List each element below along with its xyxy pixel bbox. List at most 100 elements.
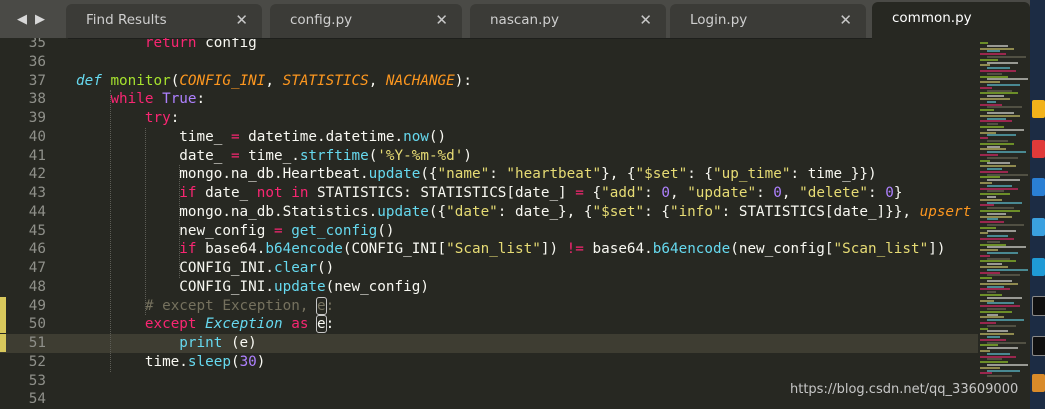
minimap-line [980, 260, 1016, 263]
code-line[interactable]: 36 [0, 53, 978, 72]
terminal-icon[interactable] [1032, 296, 1045, 316]
minimap-line [980, 361, 1008, 364]
code-line[interactable]: 47 CONFIG_INI.clear() [0, 259, 978, 278]
code-line[interactable]: 42 mongo.na_db.Heartbeat.update({"name":… [0, 165, 978, 184]
minimap-line [987, 184, 1012, 187]
code-text: # except Exception, e: [144, 296, 335, 315]
line-number: 37 [28, 72, 46, 89]
line-number: 38 [28, 91, 46, 108]
close-icon[interactable]: ✕ [235, 4, 248, 36]
minimap-line [980, 327, 988, 330]
minimap-line [980, 249, 998, 252]
tab-config-py[interactable]: config.py ✕ [270, 4, 462, 38]
code-line[interactable]: 49 # except Exception, e: [0, 296, 978, 316]
minimap-line [987, 240, 1000, 243]
minimap-line [987, 145, 1000, 148]
app-icon[interactable] [1032, 218, 1045, 236]
minimap-line [980, 137, 988, 140]
minimap-line [987, 224, 1024, 226]
code-line[interactable]: 43 if date_ not in STATISTICS: STATISTIC… [0, 184, 978, 203]
minimap-line [980, 64, 990, 67]
line-number: 54 [28, 391, 46, 408]
code-line[interactable]: 37 def monitor(CONFIG_INI, STATISTICS, NA… [0, 72, 978, 91]
minimap-line [987, 67, 1010, 70]
minimap-line [980, 338, 1006, 341]
back-arrow-icon[interactable]: ◀ [17, 12, 27, 27]
code-line[interactable]: 46 if base64.b64encode(CONFIG_INI["Scan_… [0, 240, 978, 259]
line-number: 51 [28, 335, 46, 351]
minimap-line [980, 344, 998, 347]
minimap-line [987, 140, 1008, 142]
app-icon[interactable] [1032, 374, 1045, 392]
minimap-line [987, 218, 998, 221]
minimap-line [980, 92, 1018, 95]
tab-common-py[interactable]: common.py [872, 2, 1030, 39]
minimap-line [980, 120, 1012, 123]
code-text: def monitor(CONFIG_INI, STATISTICS, NACH… [76, 72, 472, 89]
forward-arrow-icon[interactable]: ▶ [35, 12, 45, 27]
app-icon[interactable] [1032, 178, 1045, 196]
taskbar-strip [1030, 0, 1045, 409]
minimap-line [987, 151, 1026, 154]
app-icon[interactable] [1032, 100, 1045, 118]
code-text: time_ = datetime.datetime.now() [76, 128, 447, 145]
close-icon[interactable]: ✕ [839, 4, 852, 36]
indent-guide [144, 127, 146, 316]
tab-find-results[interactable]: Find Results ✕ [66, 4, 262, 38]
code-line[interactable]: 39 try: [0, 109, 978, 128]
code-line[interactable]: 48 CONFIG_INI.update(new_config) [0, 278, 978, 297]
code-line[interactable]: 41 date_ = time_.strftime('%Y-%m-%d') [0, 147, 978, 166]
code-line[interactable]: 44 mongo.na_db.Statistics.update({"date"… [0, 203, 978, 222]
code-text: mongo.na_db.Heartbeat.update({"name": "h… [76, 166, 877, 183]
minimap-line [980, 322, 996, 324]
code-line[interactable]: 52 time.sleep(30) [0, 353, 978, 372]
minimap-line [980, 254, 990, 257]
minimap-line [987, 190, 1004, 193]
minimap-line [980, 170, 1008, 173]
minimap-line [987, 128, 1024, 131]
minimap-line [987, 89, 1012, 92]
code-text: CONFIG_INI.update(new_config) [76, 278, 429, 295]
minimap-line [987, 207, 1014, 210]
code-line[interactable]: 51 print (e) [0, 334, 978, 353]
minimap-line [980, 277, 992, 280]
terminal-icon[interactable] [1032, 336, 1045, 356]
app-icon[interactable] [1032, 140, 1045, 158]
line-number: 39 [28, 110, 46, 126]
code-line[interactable]: 35 return config [0, 38, 978, 53]
minimap-line [980, 305, 1020, 308]
minimap-line [987, 257, 1010, 260]
minimap-line [980, 53, 1006, 56]
code-text: if date_ not in STATISTICS: STATISTICS[d… [179, 185, 903, 201]
line-number: 48 [28, 278, 46, 295]
minimap-line [980, 310, 1012, 313]
tab-nascan-py[interactable]: nascan.py ✕ [470, 4, 666, 38]
code-line[interactable]: 40 time_ = datetime.datetime.now() [0, 128, 978, 147]
code-text: CONFIG_INI.clear() [76, 260, 335, 276]
minimap-line [980, 81, 1000, 84]
minimap-line [980, 47, 1014, 50]
code-line[interactable]: 38 while True: [0, 90, 978, 109]
code-line[interactable]: 45 new_config = get_config() [0, 222, 978, 241]
minimap-line [987, 369, 1020, 372]
tab-login-py[interactable]: Login.py ✕ [670, 4, 866, 38]
minimap-line [980, 226, 996, 229]
app-icon[interactable] [1032, 258, 1045, 276]
minimap-line [987, 291, 996, 294]
minimap-line [980, 294, 1002, 296]
minimap-line [980, 159, 990, 162]
minimap-line [980, 333, 1014, 336]
minimap-line [980, 288, 1010, 291]
minimap[interactable] [978, 38, 1030, 409]
minimap-line [987, 212, 1006, 215]
minimap-line [987, 61, 1018, 64]
close-icon[interactable]: ✕ [639, 4, 652, 36]
code-editor[interactable]: 35 return config 36 37 def monitor(CONFIG_I… [0, 38, 978, 409]
minimap-line [987, 56, 1026, 58]
minimap-line [987, 375, 1012, 378]
code-text: return config [144, 38, 257, 51]
minimap-line [980, 187, 1018, 190]
code-line[interactable]: 50 except Exception as e: [0, 315, 978, 334]
close-icon[interactable]: ✕ [435, 4, 448, 36]
minimap-line [987, 252, 1018, 254]
